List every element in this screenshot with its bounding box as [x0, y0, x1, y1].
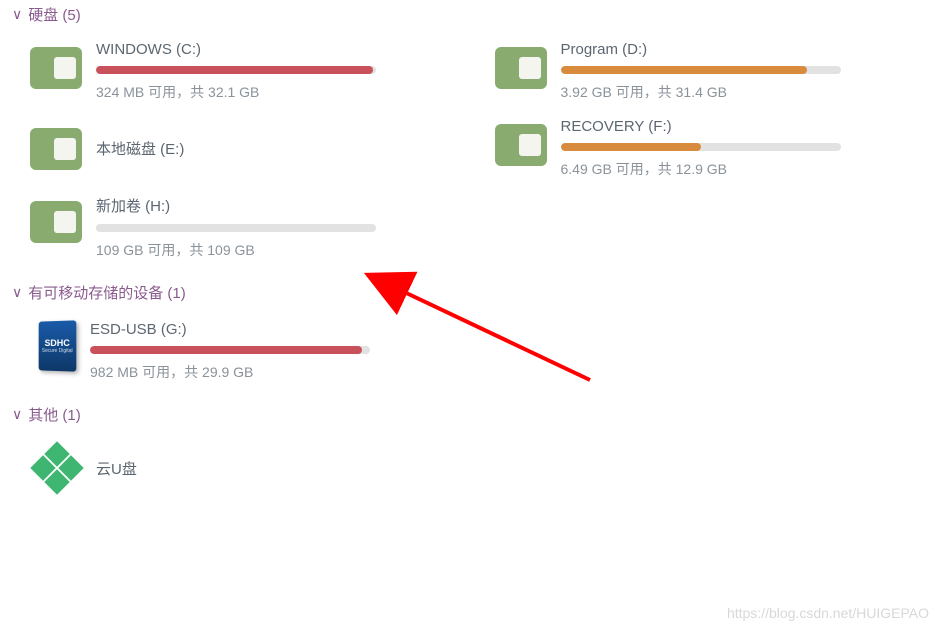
progress-fill	[96, 224, 99, 232]
hdd-drives-grid: WINDOWS (C:) 324 MB 可用，共 32.1 GB Program…	[0, 41, 939, 260]
drive-icon	[30, 128, 82, 170]
chevron-down-icon: ∨	[12, 6, 22, 23]
progress-fill	[561, 143, 701, 151]
drive-info: Program (D:) 3.92 GB 可用，共 31.4 GB	[561, 41, 875, 102]
chevron-down-icon: ∨	[12, 406, 22, 423]
drive-name: 新加卷 (H:)	[96, 195, 410, 216]
progress-fill	[96, 66, 373, 74]
removable-drives: SDHC Secure Digital ESD-USB (G:) 982 MB …	[0, 321, 939, 382]
drive-name: 云U盘	[96, 458, 137, 479]
watermark: https://blog.csdn.net/HUIGEPAO	[727, 605, 929, 621]
drive-status: 3.92 GB 可用，共 31.4 GB	[561, 82, 875, 102]
progress-bar	[561, 66, 841, 74]
progress-fill	[561, 66, 807, 74]
section-title: 其他 (1)	[28, 404, 81, 425]
drive-info: 新加卷 (H:) 109 GB 可用，共 109 GB	[96, 195, 410, 260]
progress-bar	[561, 143, 841, 151]
drive-item-d[interactable]: Program (D:) 3.92 GB 可用，共 31.4 GB	[495, 41, 875, 102]
drive-icon	[495, 47, 547, 89]
drive-name: 本地磁盘 (E:)	[96, 138, 184, 159]
drive-info: ESD-USB (G:) 982 MB 可用，共 29.9 GB	[90, 321, 410, 382]
section-header-removable[interactable]: ∨ 有可移动存储的设备 (1)	[0, 278, 939, 307]
drive-name: WINDOWS (C:)	[96, 41, 410, 58]
drive-item-g[interactable]: SDHC Secure Digital ESD-USB (G:) 982 MB …	[30, 321, 410, 382]
progress-bar	[90, 346, 370, 354]
drive-icon	[30, 201, 82, 243]
drive-name: Program (D:)	[561, 41, 875, 58]
sd-label-bottom: Secure Digital	[42, 348, 73, 354]
drive-item-c[interactable]: WINDOWS (C:) 324 MB 可用，共 32.1 GB	[30, 41, 410, 102]
section-title: 硬盘 (5)	[28, 4, 81, 25]
drive-info: WINDOWS (C:) 324 MB 可用，共 32.1 GB	[96, 41, 410, 102]
progress-bar	[96, 224, 376, 232]
drive-item-h[interactable]: 新加卷 (H:) 109 GB 可用，共 109 GB	[30, 195, 410, 260]
cloud-drive-icon	[32, 443, 82, 493]
drive-item-cloud[interactable]: 云U盘	[30, 443, 410, 493]
drive-status: 109 GB 可用，共 109 GB	[96, 240, 410, 260]
other-drives: 云U盘	[0, 443, 939, 493]
drive-name: ESD-USB (G:)	[90, 321, 410, 338]
progress-fill	[90, 346, 362, 354]
section-header-hdd[interactable]: ∨ 硬盘 (5)	[0, 0, 939, 29]
drive-status: 324 MB 可用，共 32.1 GB	[96, 82, 410, 102]
sd-label-top: SDHC	[45, 338, 70, 348]
progress-bar	[96, 66, 376, 74]
chevron-down-icon: ∨	[12, 284, 22, 301]
sd-card-icon: SDHC Secure Digital	[39, 320, 77, 371]
drive-name: RECOVERY (F:)	[561, 118, 875, 135]
section-header-other[interactable]: ∨ 其他 (1)	[0, 400, 939, 429]
drive-status: 6.49 GB 可用，共 12.9 GB	[561, 159, 875, 179]
drive-icon	[495, 124, 547, 166]
drive-info: RECOVERY (F:) 6.49 GB 可用，共 12.9 GB	[561, 118, 875, 179]
drive-status: 982 MB 可用，共 29.9 GB	[90, 362, 410, 382]
drive-item-e[interactable]: 本地磁盘 (E:)	[30, 118, 410, 179]
section-title: 有可移动存储的设备 (1)	[28, 282, 186, 303]
drive-item-f[interactable]: RECOVERY (F:) 6.49 GB 可用，共 12.9 GB	[495, 118, 875, 179]
drive-icon	[30, 47, 82, 89]
